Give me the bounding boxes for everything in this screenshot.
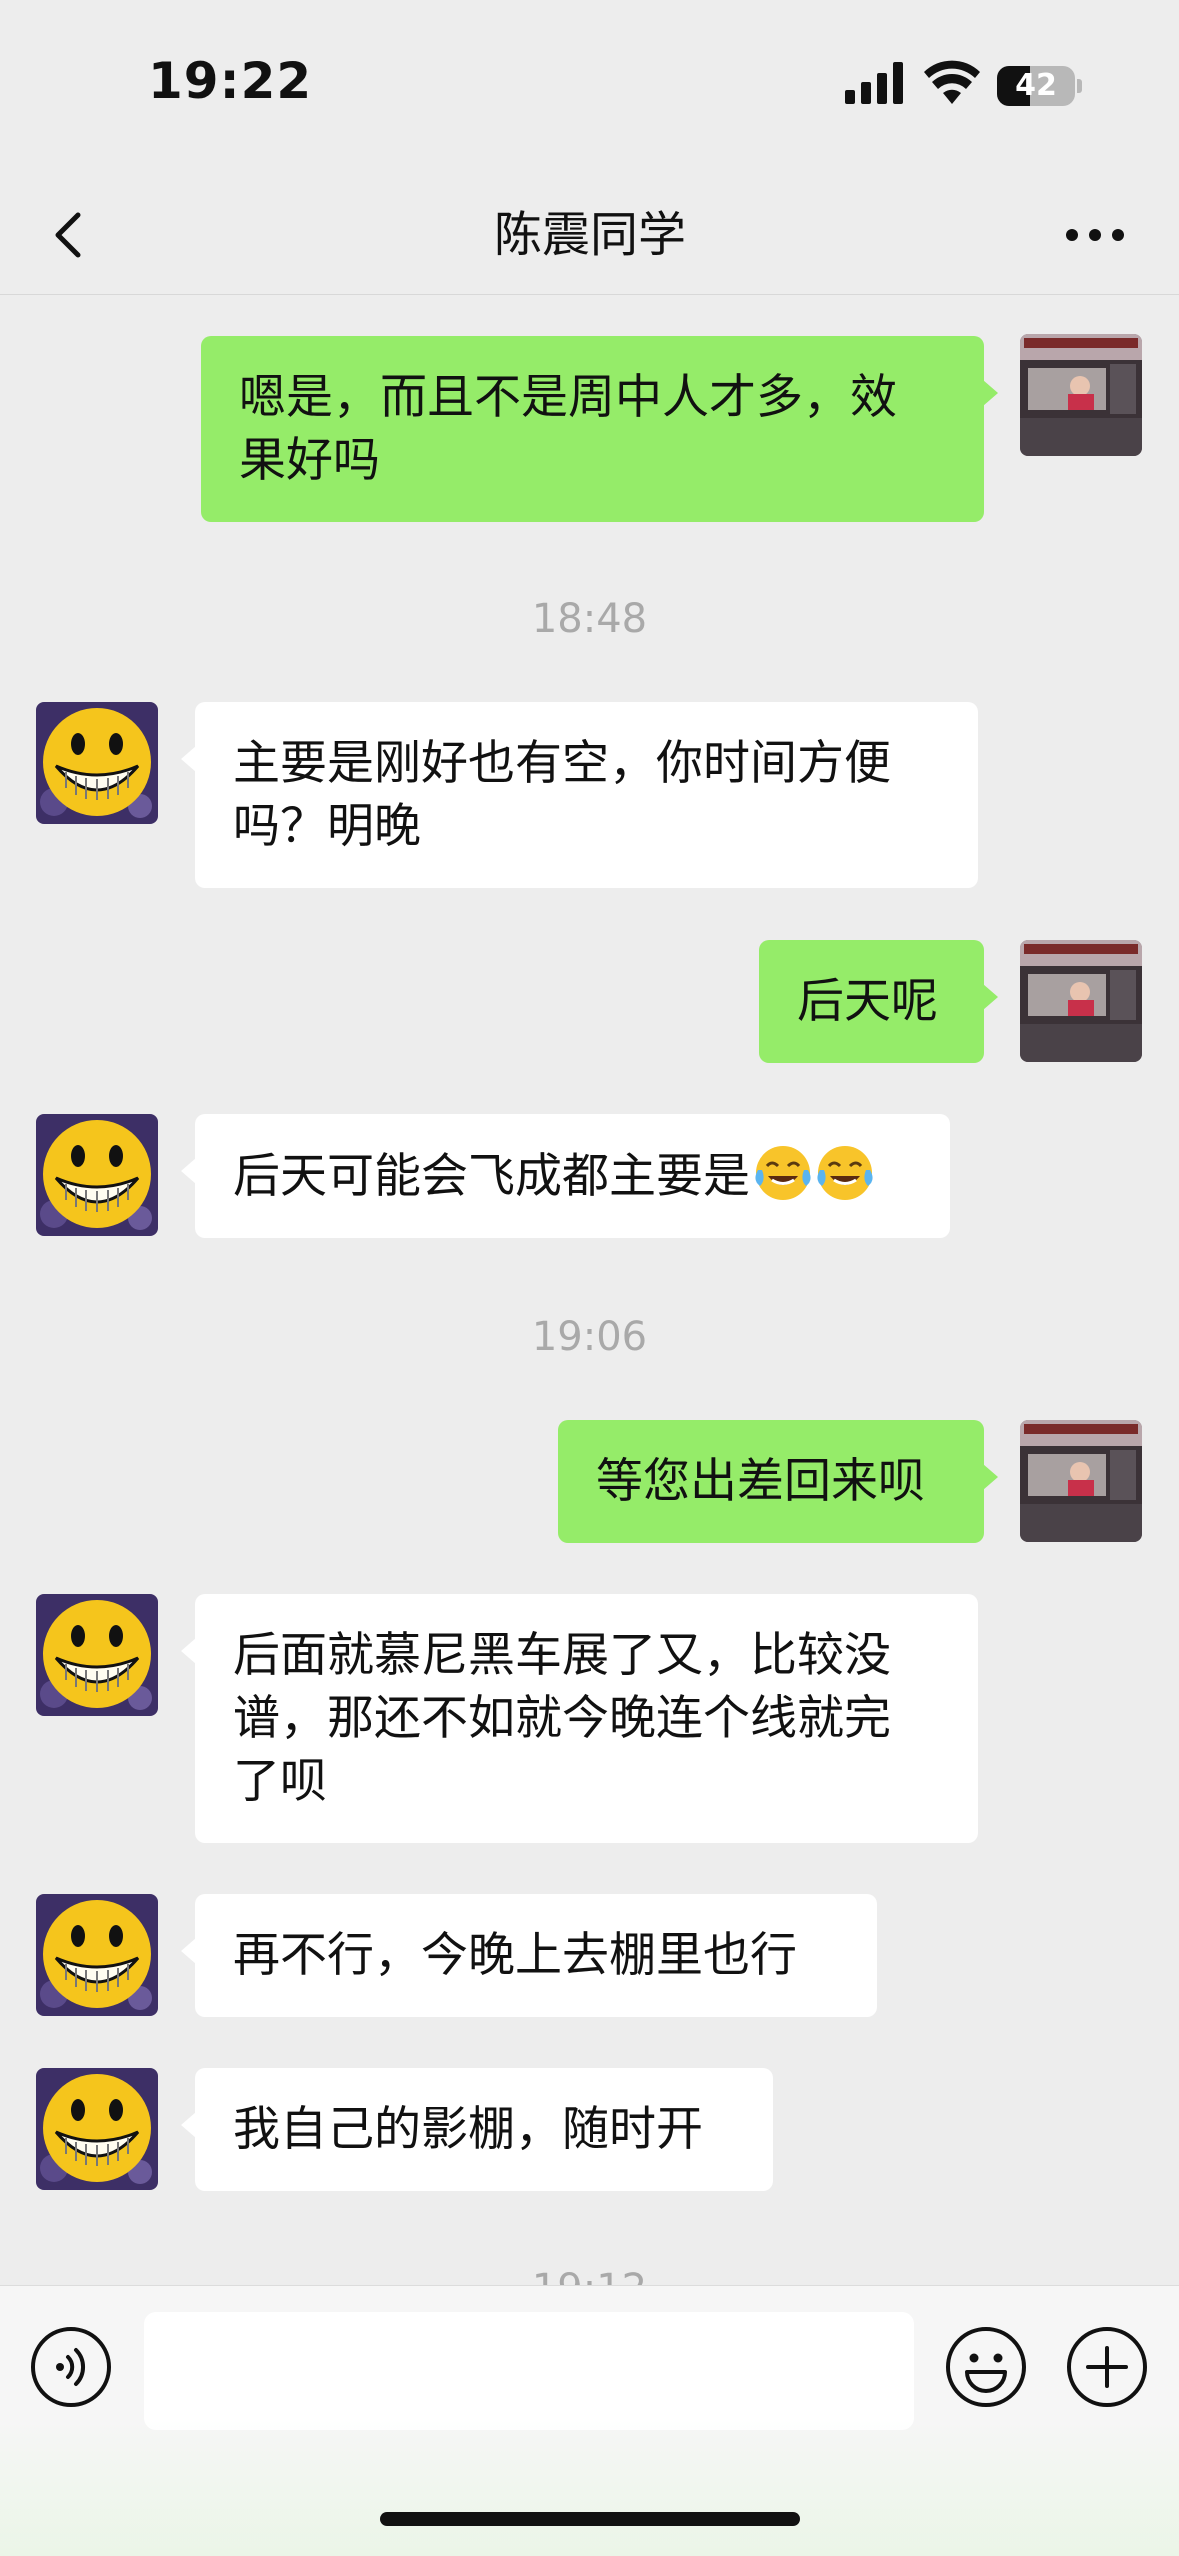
bottom-glow	[0, 2420, 1179, 2556]
more-options-icon[interactable]	[1060, 197, 1130, 273]
my-avatar[interactable]	[1020, 1420, 1142, 1542]
sent-message-bubble[interactable]: 后天呢	[759, 940, 998, 1063]
message-text: 后天可能会飞成都主要是	[233, 1149, 750, 1204]
received-message-bubble[interactable]: 主要是刚好也有空，你时间方便 吗？明晚	[181, 702, 978, 888]
contact-avatar[interactable]	[36, 702, 158, 824]
message-timestamp: 19:06	[531, 1314, 648, 1360]
status-bar: 19:22 42	[0, 0, 1179, 175]
message-text: 嗯是，而且不是周中人才多，效 果好吗	[239, 370, 897, 488]
contact-avatar[interactable]	[36, 1894, 158, 2016]
message-timestamp: 19:12	[0, 2266, 1179, 2285]
contact-avatar[interactable]	[36, 1114, 158, 1236]
message-input[interactable]	[144, 2312, 914, 2430]
chat-header: 陈震同学	[0, 175, 1179, 295]
home-indicator[interactable]	[380, 2512, 800, 2526]
chat-message-list[interactable]: 嗯是，而且不是周中人才多，效 果好吗 18:48 主要是刚好也有空，你时间方便 吗…	[0, 296, 1179, 2285]
message-text: 再不行，今晚上去棚里也行	[233, 1928, 797, 1983]
received-message-bubble[interactable]: 再不行，今晚上去棚里也行	[181, 1894, 877, 2017]
sent-message-bubble[interactable]: 嗯是，而且不是周中人才多，效 果好吗	[201, 336, 998, 522]
received-message-bubble[interactable]: 后天可能会飞成都主要是	[181, 1114, 950, 1238]
plus-icon[interactable]	[1066, 2326, 1148, 2408]
my-avatar[interactable]	[1020, 334, 1142, 456]
received-message-bubble[interactable]: 后面就慕尼黑车展了又，比较没 谱，那还不如就今晚连个线就完 了呗	[181, 1594, 978, 1843]
laughing-crying-emoji	[817, 1146, 873, 1200]
back-chevron-icon[interactable]	[40, 197, 100, 273]
wifi-icon	[924, 60, 980, 104]
battery-level-text: 42	[1015, 68, 1057, 103]
message-text: 主要是刚好也有空，你时间方便 吗？明晚	[233, 736, 891, 854]
contact-avatar[interactable]	[36, 2068, 158, 2190]
sent-message-bubble[interactable]: 等您出差回来呗	[558, 1420, 998, 1543]
my-avatar[interactable]	[1020, 940, 1142, 1062]
battery-tip	[1077, 79, 1082, 93]
voice-icon[interactable]	[30, 2326, 112, 2408]
message-text: 我自己的影棚，随时开	[233, 2102, 703, 2157]
received-message-bubble[interactable]: 我自己的影棚，随时开	[181, 2068, 773, 2191]
battery-icon: 42	[997, 66, 1075, 106]
status-time: 19:22	[148, 52, 313, 110]
message-text: 后天呢	[797, 974, 938, 1029]
message-text: 等您出差回来呗	[596, 1454, 925, 1509]
contact-avatar[interactable]	[36, 1594, 158, 1716]
message-text: 后面就慕尼黑车展了又，比较没 谱，那还不如就今晚连个线就完 了呗	[233, 1628, 891, 1809]
emoji-icon[interactable]	[945, 2326, 1027, 2408]
cellular-signal-icon	[845, 62, 905, 104]
laughing-crying-emoji	[755, 1146, 811, 1200]
chat-title[interactable]: 陈震同学	[290, 197, 890, 273]
message-timestamp: 18:48	[531, 596, 648, 642]
